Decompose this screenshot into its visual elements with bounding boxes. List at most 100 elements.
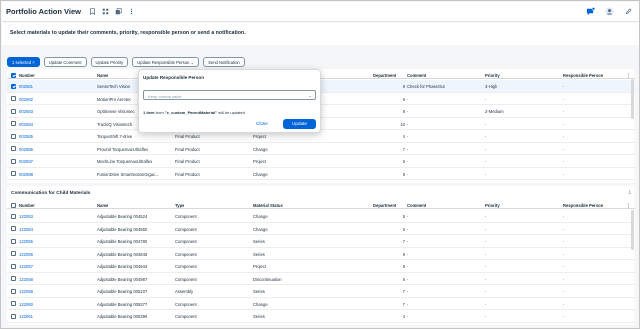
scrollbar[interactable]: [631, 79, 634, 119]
more-icon[interactable]: ⋮: [626, 203, 631, 209]
avatar-icon[interactable]: [604, 7, 614, 17]
priority-value: -: [485, 251, 487, 257]
table-row[interactable]: 002583 OptiSense Visiontec -2-Medium -8: [7, 105, 635, 118]
table-row[interactable]: 002586 ProUnit TorquemaxUltraflex Final Pr…: [7, 143, 635, 155]
bookmark-icon[interactable]: [87, 7, 97, 17]
edit-icon[interactable]: [623, 7, 633, 17]
row-checkbox[interactable]: [11, 146, 16, 151]
material-number-link[interactable]: 002588: [19, 172, 33, 177]
material-number-link[interactable]: 122058: [19, 277, 33, 282]
table-row[interactable]: 122060 Adjustable Bearing 005377 Component…: [7, 298, 635, 310]
table-row[interactable]: 122053 Adjustable Bearing 004524 Component…: [7, 210, 635, 223]
table-row[interactable]: 002588 FusionDrive SmartmotionGigac... Fin…: [7, 168, 635, 180]
column-material-status[interactable]: Material Status: [253, 203, 283, 208]
table-row[interactable]: 122057 Adjustable Bearing 004944 Component…: [7, 260, 635, 273]
material-name: Adjustable Bearing 004780: [97, 239, 148, 244]
more-icon[interactable]: [126, 7, 136, 17]
material-number-link[interactable]: 122060: [19, 302, 33, 307]
column-priority[interactable]: Priority: [485, 203, 500, 208]
scrollbar[interactable]: [631, 210, 634, 250]
row-checkbox[interactable]: [11, 133, 16, 139]
table-row[interactable]: 122056 Adjustable Bearing 004848 Component…: [7, 248, 635, 260]
table-row[interactable]: 002585 TorqueShift 7-drive Final Product Pr…: [7, 130, 635, 143]
department-value: 6: [402, 276, 405, 282]
column-name[interactable]: Name: [97, 203, 108, 208]
material-name: Adjustable Bearing 004524: [97, 214, 148, 219]
material-number-link[interactable]: 002582: [19, 97, 33, 102]
update-responsible-person-button[interactable]: Update Responsible Person ⌄: [132, 57, 200, 67]
table-row[interactable]: 002581 SenseTech Vision Check for PhaseOut…: [7, 80, 635, 93]
row-checkbox[interactable]: [11, 238, 16, 244]
close-button[interactable]: Close: [256, 121, 268, 126]
material-number-link[interactable]: 002587: [19, 159, 33, 164]
material-number-link[interactable]: 122056: [19, 252, 33, 257]
chevron-down-icon[interactable]: ⌄: [308, 93, 312, 99]
table-row[interactable]: 122058 Adjustable Bearing 004987 Component…: [7, 273, 635, 285]
download-icon[interactable]: ⤓: [629, 189, 631, 195]
update-button[interactable]: Update: [283, 119, 316, 129]
table-row[interactable]: 002584 TrackIQ Visiontech - - -10: [7, 118, 635, 130]
share-icon[interactable]: [113, 7, 123, 17]
priority-value: -: [485, 171, 487, 177]
material-number-link[interactable]: 122054: [19, 227, 33, 232]
row-checkbox[interactable]: [11, 226, 16, 231]
parent-materials-table: Number Name Department Comment Priority …: [7, 69, 635, 183]
material-number-link[interactable]: 122055: [19, 239, 33, 244]
column-responsible-person[interactable]: Responsible Person: [563, 73, 603, 78]
select-all-checkbox[interactable]: [11, 72, 16, 78]
row-checkbox[interactable]: [11, 251, 16, 256]
selected-count-token[interactable]: 1 selected ×: [7, 57, 40, 67]
update-comment-button[interactable]: Update Comment: [43, 57, 87, 67]
material-number-link[interactable]: 122059: [19, 289, 33, 294]
responsible-person-value: -: [563, 84, 565, 89]
item-count: 1 item: [143, 110, 155, 115]
row-checkbox[interactable]: [11, 301, 16, 306]
table-row[interactable]: 122055 Adjustable Bearing 004780 Component…: [7, 235, 635, 248]
material-number-link[interactable]: 002581: [19, 84, 33, 89]
grid-icon[interactable]: [100, 7, 110, 17]
column-comment[interactable]: Comment: [407, 203, 426, 208]
material-number-link[interactable]: 002586: [19, 147, 33, 152]
row-checkbox[interactable]: [11, 276, 16, 281]
material-number-link[interactable]: 122057: [19, 264, 33, 269]
priority-value: -: [485, 159, 487, 164]
table-row[interactable]: 122059 Adjustable Bearing 005107 Assembly S…: [7, 285, 635, 298]
table-row[interactable]: 122054 Adjustable Bearing 004650 Component…: [7, 223, 635, 235]
column-department[interactable]: Department: [373, 203, 396, 208]
table-row[interactable]: 122061 Adjustable Bearing 005399 Component…: [7, 310, 635, 323]
column-department[interactable]: Department: [373, 73, 396, 78]
row-checkbox[interactable]: [11, 288, 16, 294]
row-checkbox[interactable]: [11, 121, 16, 126]
column-comment[interactable]: Comment: [407, 73, 426, 78]
row-checkbox[interactable]: [11, 108, 16, 114]
material-number-link[interactable]: 002584: [19, 122, 33, 127]
material-name: OptiSense Visiontec: [97, 109, 135, 114]
column-responsible-person[interactable]: Responsible Person: [563, 203, 603, 208]
child-materials-table: Communication for Child Materials ⤓ Numb…: [7, 186, 635, 325]
column-priority[interactable]: Priority: [485, 73, 500, 78]
table-row[interactable]: 002582 MotionPro Aerotec - - -6: [7, 93, 635, 105]
column-number[interactable]: Number: [19, 203, 35, 208]
select-all-checkbox[interactable]: [11, 202, 16, 208]
material-number-link[interactable]: 002583: [19, 109, 33, 114]
material-number-link[interactable]: 122061: [19, 314, 33, 319]
column-name[interactable]: Name: [97, 73, 108, 78]
row-checkbox[interactable]: [11, 213, 16, 219]
material-name: ProUnit TorquemaxUltraflex: [97, 146, 149, 152]
column-number[interactable]: Number: [19, 73, 35, 78]
column-type[interactable]: Type: [175, 203, 184, 208]
row-checkbox[interactable]: [11, 313, 16, 319]
table-row[interactable]: 002587 MechLine TorquemaxUltraflex Final P…: [7, 155, 635, 168]
row-checkbox[interactable]: [11, 96, 16, 101]
send-notification-button[interactable]: Send Notification: [203, 57, 245, 67]
more-icon[interactable]: ⋮: [626, 73, 631, 79]
row-checkbox[interactable]: [11, 83, 16, 89]
responsible-person-select[interactable]: Keep current value ⌄: [143, 90, 316, 100]
notification-icon[interactable]: [585, 7, 595, 17]
update-priority-button[interactable]: Update Priority: [90, 57, 129, 67]
row-checkbox[interactable]: [11, 158, 16, 164]
row-checkbox[interactable]: [11, 263, 16, 269]
material-number-link[interactable]: 122053: [19, 214, 33, 219]
material-number-link[interactable]: 002585: [19, 134, 33, 139]
row-checkbox[interactable]: [11, 171, 16, 176]
